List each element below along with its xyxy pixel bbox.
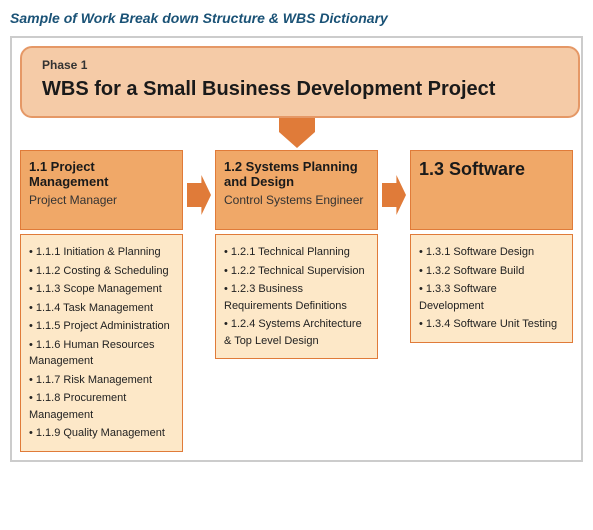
- list-item: 1.1.7 Risk Management: [29, 371, 174, 390]
- page-container: Sample of Work Break down Structure & WB…: [10, 10, 583, 462]
- col1-content: 1.1.1 Initiation & Planning 1.1.2 Costin…: [20, 234, 183, 452]
- arrow-rect: [279, 118, 315, 132]
- list-item: 1.2.4 Systems Architecture & Top Level D…: [224, 315, 369, 350]
- col3-header-title: 1.3 Software: [419, 159, 564, 180]
- list-item: 1.2.2 Technical Supervision: [224, 262, 369, 281]
- list-item: 1.3.1 Software Design: [419, 243, 564, 262]
- arrow-2: [380, 150, 408, 215]
- right-arrow-icon: [187, 175, 211, 215]
- col2-list: 1.2.1 Technical Planning 1.2.2 Technical…: [224, 243, 369, 350]
- arrow-tri: [279, 132, 315, 148]
- col2-header-title: 1.2 Systems Planning and Design: [224, 159, 369, 189]
- list-item: 1.2.1 Technical Planning: [224, 243, 369, 262]
- phase-box: Phase 1 WBS for a Small Business Develop…: [20, 46, 580, 118]
- column-2: 1.2 Systems Planning and Design Control …: [215, 150, 378, 359]
- col2-content: 1.2.1 Technical Planning 1.2.2 Technical…: [215, 234, 378, 359]
- main-container: Phase 1 WBS for a Small Business Develop…: [10, 36, 583, 462]
- list-item: 1.3.2 Software Build: [419, 262, 564, 281]
- list-item: 1.1.6 Human Resources Management: [29, 336, 174, 371]
- phase-label: Phase 1: [42, 58, 558, 72]
- list-item: 1.3.4 Software Unit Testing: [419, 315, 564, 334]
- list-item: 1.1.3 Scope Management: [29, 280, 174, 299]
- col1-list: 1.1.1 Initiation & Planning 1.1.2 Costin…: [29, 243, 174, 443]
- list-item: 1.3.3 Software Development: [419, 280, 564, 315]
- col1-header-title: 1.1 Project Management: [29, 159, 174, 189]
- col3-content: 1.3.1 Software Design 1.3.2 Software Bui…: [410, 234, 573, 343]
- list-item: 1.2.3 Business Requirements Definitions: [224, 280, 369, 315]
- list-item: 1.1.9 Quality Management: [29, 424, 174, 443]
- list-item: 1.1.4 Task Management: [29, 299, 174, 318]
- phase-title: WBS for a Small Business Development Pro…: [42, 76, 558, 102]
- col2-header-sub: Control Systems Engineer: [224, 193, 369, 207]
- col1-header: 1.1 Project Management Project Manager: [20, 150, 183, 230]
- columns-wrapper: 1.1 Project Management Project Manager 1…: [20, 150, 573, 452]
- col3-list: 1.3.1 Software Design 1.3.2 Software Bui…: [419, 243, 564, 334]
- column-3: 1.3 Software 1.3.1 Software Design 1.3.2…: [410, 150, 573, 343]
- list-item: 1.1.8 Procurement Management: [29, 389, 174, 424]
- col1-header-sub: Project Manager: [29, 193, 174, 207]
- col3-header: 1.3 Software: [410, 150, 573, 230]
- list-item: 1.1.5 Project Administration: [29, 317, 174, 336]
- right-arrow-icon: [382, 175, 406, 215]
- list-item: 1.1.2 Costing & Scheduling: [29, 262, 174, 281]
- phase-down-arrow: [20, 118, 573, 148]
- arrow-1: [185, 150, 213, 215]
- column-1: 1.1 Project Management Project Manager 1…: [20, 150, 183, 452]
- page-title: Sample of Work Break down Structure & WB…: [10, 10, 583, 26]
- list-item: 1.1.1 Initiation & Planning: [29, 243, 174, 262]
- col2-header: 1.2 Systems Planning and Design Control …: [215, 150, 378, 230]
